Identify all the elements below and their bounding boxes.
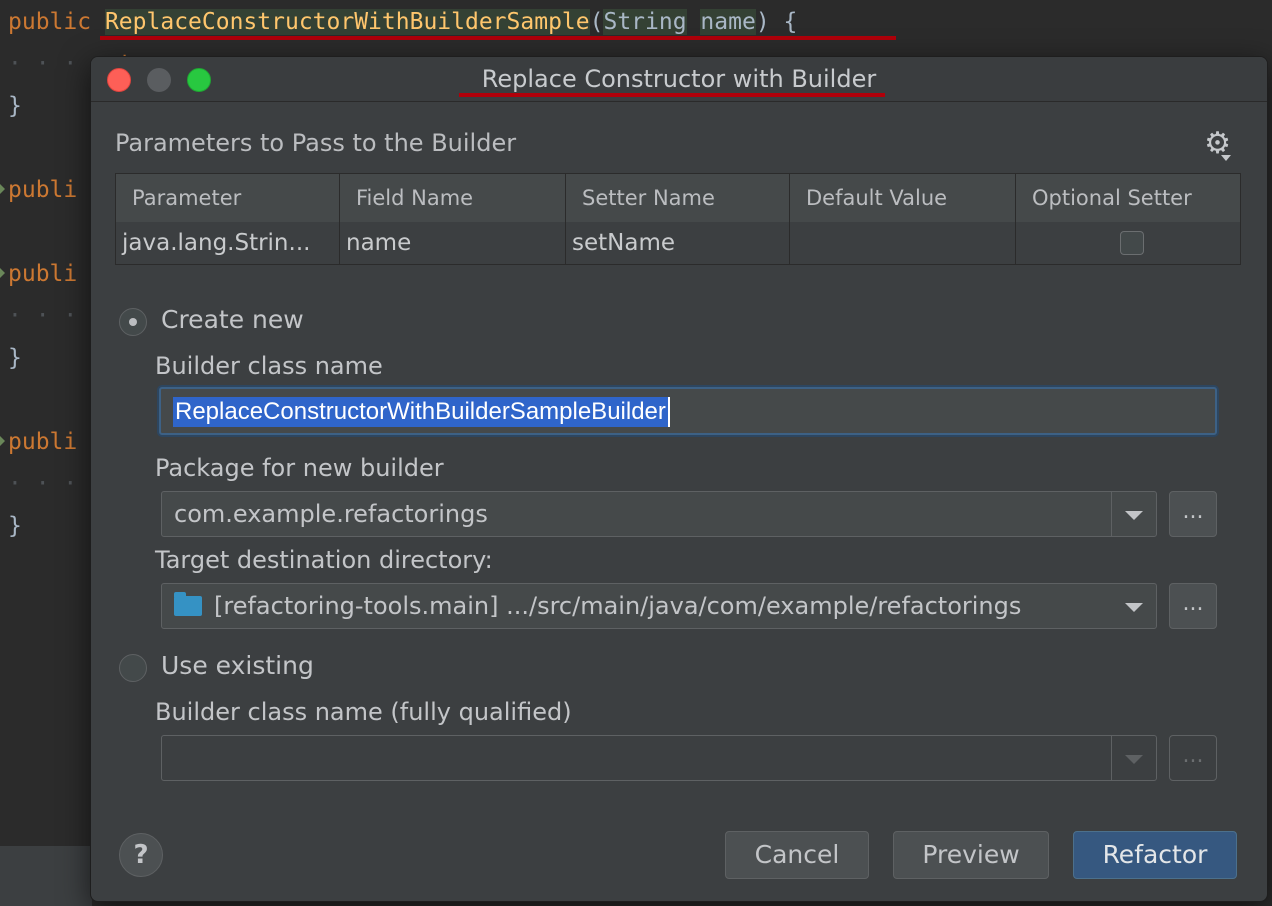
cell-setter-name[interactable]: setName <box>566 222 790 264</box>
refactor-button[interactable]: Refactor <box>1073 831 1237 879</box>
package-value: com.example.refactorings <box>174 500 488 528</box>
table-header: Parameter Field Name Setter Name Default… <box>116 174 1240 223</box>
preview-button[interactable]: Preview <box>893 831 1049 879</box>
use-existing-radio[interactable] <box>119 654 147 682</box>
chevron-down-icon <box>1125 603 1143 612</box>
param-type: String <box>603 9 687 35</box>
cell-field-name[interactable]: name <box>340 222 566 264</box>
code-line-4: publi <box>8 177 78 203</box>
existing-builder-dropdown-button <box>1111 736 1156 780</box>
create-new-label[interactable]: Create new <box>161 305 304 334</box>
folder-icon <box>174 592 202 616</box>
column-header-field-name[interactable]: Field Name <box>340 174 566 222</box>
builder-class-name-value: ReplaceConstructorWithBuilderSampleBuild… <box>173 397 668 427</box>
annotation-underline-title <box>459 93 885 97</box>
target-directory-label: Target destination directory: <box>155 546 493 574</box>
existing-builder-class-label: Builder class name (fully qualified) <box>155 698 572 726</box>
table-row[interactable]: java.lang.Strin... name setName <box>116 222 1240 264</box>
code-line-3: } <box>8 93 22 119</box>
code-line-5: publi <box>8 261 78 287</box>
target-directory-value: [refactoring-tools.main] .../src/main/ja… <box>214 592 1022 620</box>
package-label: Package for new builder <box>155 454 444 482</box>
parameters-section-title: Parameters to Pass to the Builder <box>115 129 517 157</box>
code-line-7: } <box>8 345 22 371</box>
chevron-down-icon <box>1125 755 1143 764</box>
fold-marker <box>0 184 5 194</box>
cell-optional-setter <box>1016 222 1242 264</box>
constructor-name: ReplaceConstructorWithBuilderSample <box>104 9 590 35</box>
chevron-down-icon <box>1125 511 1143 520</box>
dialog-titlebar[interactable]: Replace Constructor with Builder <box>91 57 1267 102</box>
target-directory-combobox[interactable]: [refactoring-tools.main] .../src/main/ja… <box>161 583 1157 629</box>
column-header-parameter[interactable]: Parameter <box>116 174 340 222</box>
column-header-default-value[interactable]: Default Value <box>790 174 1016 222</box>
existing-builder-browse-button: ... <box>1169 735 1217 781</box>
column-header-optional-setter[interactable]: Optional Setter <box>1016 174 1242 222</box>
chevron-down-icon <box>1221 155 1231 161</box>
keyword-public: public <box>8 9 92 35</box>
text-caret <box>668 397 670 427</box>
builder-class-name-label: Builder class name <box>155 352 383 380</box>
builder-class-name-input[interactable]: ReplaceConstructorWithBuilderSampleBuild… <box>159 387 1217 435</box>
use-existing-label[interactable]: Use existing <box>161 651 314 680</box>
close-brace: ) { <box>755 9 798 35</box>
create-new-radio[interactable] <box>119 308 147 336</box>
target-directory-dropdown-button[interactable] <box>1112 584 1156 628</box>
cell-parameter[interactable]: java.lang.Strin... <box>116 222 340 264</box>
annotation-underline-code <box>100 36 896 40</box>
parameters-table: Parameter Field Name Setter Name Default… <box>115 173 1241 265</box>
replace-constructor-dialog: Replace Constructor with Builder Paramet… <box>90 56 1268 902</box>
cell-default-value[interactable] <box>790 222 1016 264</box>
target-directory-browse-button[interactable]: ... <box>1169 583 1217 629</box>
package-browse-button[interactable]: ... <box>1169 491 1217 537</box>
optional-setter-checkbox[interactable] <box>1120 231 1144 255</box>
column-header-setter-name[interactable]: Setter Name <box>566 174 790 222</box>
code-line-8: publi <box>8 429 78 455</box>
open-paren: ( <box>589 9 604 35</box>
package-dropdown-button[interactable] <box>1111 492 1156 536</box>
code-line-10: } <box>8 513 22 539</box>
code-line-constructor: public ReplaceConstructorWithBuilderSamp… <box>8 4 797 40</box>
cancel-button[interactable]: Cancel <box>725 831 869 879</box>
param-name: name <box>700 9 756 35</box>
dialog-title: Replace Constructor with Builder <box>481 65 877 93</box>
existing-builder-combobox <box>161 735 1157 781</box>
editor-status-strip <box>0 846 92 906</box>
fold-marker <box>0 268 5 278</box>
package-combobox[interactable]: com.example.refactorings <box>161 491 1157 537</box>
help-icon[interactable]: ? <box>119 833 163 877</box>
fold-marker <box>0 436 5 446</box>
